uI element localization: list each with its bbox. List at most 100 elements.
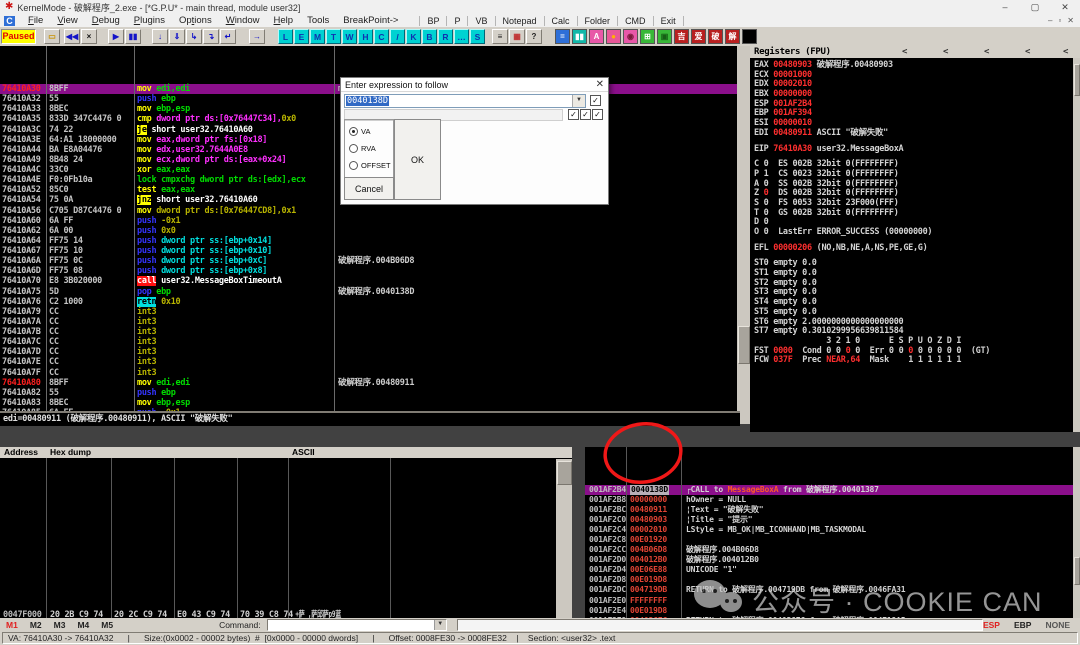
quick-button-folder[interactable]: Folder <box>576 15 618 26</box>
mdi-restore-icon[interactable]: ▫ <box>1058 16 1061 25</box>
go-to-icon[interactable]: → <box>249 29 265 44</box>
disasm-row[interactable]: 76410A82 55 push ebp <box>0 388 737 398</box>
stack-row[interactable]: 001AF2C4 00002010 LStyle = MB_OK|MB_ICONHA… <box>585 525 1080 535</box>
radio-va[interactable]: VA <box>349 127 370 136</box>
stack-row[interactable]: 001AF2C8 00E01920 <box>585 535 1080 545</box>
help-icon[interactable]: ? <box>526 29 542 44</box>
option-checkbox[interactable]: ✓ <box>590 95 601 106</box>
dropdown-arrow-icon[interactable]: ▼ <box>572 95 585 107</box>
dialog-close-icon[interactable]: ✕ <box>596 79 604 90</box>
disasm-row[interactable]: 76410A7D CC int3 <box>0 347 737 357</box>
disasm-row[interactable]: 76410A76 C2 1000 retn 0x10 <box>0 296 737 307</box>
expression-input[interactable]: 0040138D ▼ <box>344 94 586 108</box>
dialog-title-bar[interactable]: Enter expression to follow ✕ <box>341 78 608 92</box>
command-input[interactable]: ▼ <box>266 618 447 631</box>
pane-button-w[interactable]: W <box>342 29 357 44</box>
restart-icon[interactable]: ◀◀ <box>64 29 80 44</box>
quick-button-calc[interactable]: Calc <box>543 15 577 26</box>
frame-button-none[interactable]: NONE <box>1045 620 1070 630</box>
chevron-left-icon[interactable]: < <box>1063 46 1068 58</box>
disasm-row[interactable]: 76410A7E CC int3 <box>0 357 737 367</box>
stack-row[interactable]: 001AF2E4 00E019D8 <box>585 606 1080 616</box>
chevron-left-icon[interactable]: < <box>1025 46 1030 58</box>
close-button[interactable]: ✕ <box>1050 2 1080 13</box>
pane-button-l[interactable]: L <box>278 29 293 44</box>
menu-item-view[interactable]: View <box>50 15 84 26</box>
maximize-button[interactable]: ▢ <box>1020 2 1050 13</box>
tab-m1[interactable]: M1 <box>0 620 24 630</box>
pane-button-r[interactable]: R <box>438 29 453 44</box>
execute-till-return-icon[interactable]: ↵ <box>220 29 236 44</box>
stack-row[interactable]: 001AF2E0 FFFFFFFF <box>585 596 1080 606</box>
step-into-icon[interactable]: ↓ <box>152 29 168 44</box>
quick-button-cmd[interactable]: CMD <box>617 15 653 26</box>
plugin-icon-8[interactable]: 吉 <box>674 29 689 44</box>
mdi-close-icon[interactable]: ✕ <box>1067 16 1074 25</box>
pane-button-c[interactable]: C <box>374 29 389 44</box>
register-line[interactable]: O 0 LastErr ERROR_SUCCESS (00000000) <box>750 227 1080 238</box>
menu-item-file[interactable]: File <box>21 15 50 26</box>
pause-icon[interactable]: ▮▮ <box>125 29 141 44</box>
pane-button-e[interactable]: E <box>294 29 309 44</box>
disasm-row[interactable]: 76410A60 6A FF push -0x1 <box>0 216 737 226</box>
open-file-icon[interactable]: ▭ <box>44 29 60 44</box>
disasm-row[interactable]: 76410A7F CC int3 <box>0 368 737 378</box>
tab-m4[interactable]: M4 <box>71 620 95 630</box>
disasm-row[interactable]: 76410A64 FF75 14 push dword ptr ss:[ebp+0x… <box>0 236 737 246</box>
disasm-row[interactable]: 76410A6A FF75 0C push dword ptr ss:[ebp+0x… <box>0 256 737 266</box>
disasm-row[interactable]: 76410A6D FF75 08 push dword ptr ss:[ebp+0x… <box>0 266 737 276</box>
plugin-icon-11[interactable]: 解 <box>725 29 740 44</box>
pane-button-s[interactable]: S <box>470 29 485 44</box>
plugin-icon-10[interactable]: 破 <box>708 29 723 44</box>
stack-row[interactable]: 001AF2D0 004012B0 破解程序.004012B0 <box>585 555 1080 565</box>
radio-offset[interactable]: OFFSET <box>349 161 391 170</box>
menu-item-help[interactable]: Help <box>267 15 301 26</box>
menu-item-tools[interactable]: Tools <box>300 15 336 26</box>
quick-button-notepad[interactable]: Notepad <box>494 15 544 26</box>
disasm-row[interactable]: 76410A79 CC int3 <box>0 307 737 317</box>
trace-into-icon[interactable]: ↳ <box>186 29 202 44</box>
plugin-icon-12[interactable]: ■ <box>742 29 757 44</box>
stack-row[interactable]: 001AF2D4 00E06E88 UNICODE "1" <box>585 565 1080 575</box>
register-line[interactable]: T 0 GS 002B 32bit 0(FFFFFFFF) <box>750 208 1080 219</box>
register-line[interactable]: EIP 76410A30 user32.MessageBoxA <box>750 144 1080 155</box>
disasm-row[interactable]: 76410A80 8BFF mov edi,edi 破解程序.00480911 <box>0 378 737 388</box>
plugin-icon-1[interactable]: = <box>555 29 570 44</box>
disasm-row[interactable]: 76410A67 FF75 10 push dword ptr ss:[ebp+0x… <box>0 246 737 256</box>
pane-button-m[interactable]: M <box>310 29 325 44</box>
stack-row[interactable]: 001AF2C0 00480903 ¦Title = "提示" <box>585 515 1080 525</box>
disasm-row[interactable]: 76410A7A CC int3 <box>0 317 737 327</box>
stack-row[interactable]: 001AF2B8 00000000 hOwner = NULL <box>585 495 1080 505</box>
hex-dump-scrollbar[interactable] <box>556 459 572 618</box>
quick-button-exit[interactable]: Exit <box>652 15 684 26</box>
chevron-left-icon[interactable]: < <box>902 46 907 58</box>
breakpoints-list-icon[interactable]: ≡ <box>492 29 508 44</box>
plugin-icon-5[interactable]: ◉ <box>623 29 638 44</box>
stack-row[interactable]: 001AF2B4 0040138D ┌CALL to MessageBoxA fro… <box>585 485 1080 496</box>
quick-button-vb[interactable]: VB <box>467 15 494 26</box>
trace-over-icon[interactable]: ↴ <box>203 29 219 44</box>
disasm-row[interactable]: 76410A75 5D pop ebp 破解程序.0040138D <box>0 287 737 297</box>
disasm-row[interactable]: 76410A83 8BEC mov ebp,esp <box>0 398 737 408</box>
plugin-icon-9[interactable]: 爱 <box>691 29 706 44</box>
stack-scrollbar[interactable] <box>1073 447 1080 618</box>
pane-button-dots[interactable]: … <box>454 29 469 44</box>
disasm-row[interactable]: 76410A7B CC int3 <box>0 327 737 337</box>
menu-item-debug[interactable]: Debug <box>85 15 127 26</box>
pane-button-k[interactable]: K <box>406 29 421 44</box>
frame-button-esp[interactable]: ESP <box>983 620 1000 630</box>
pane-button-h[interactable]: H <box>358 29 373 44</box>
quick-button-bp[interactable]: BP <box>419 15 446 26</box>
memory-map-icon[interactable]: ▦ <box>509 29 525 44</box>
menu-item-plugins[interactable]: Plugins <box>127 15 172 26</box>
minimize-button[interactable]: – <box>990 2 1020 13</box>
pane-button-b[interactable]: B <box>422 29 437 44</box>
option-checkbox[interactable]: ✓ <box>580 109 591 120</box>
stack-row[interactable]: 001AF2BC 00480911 ¦Text = "破解失败" <box>585 505 1080 515</box>
dump-row[interactable]: 0047F000 20 2B C9 74 20 2C C9 74 E0 43 C9 7… <box>0 610 572 618</box>
disasm-row[interactable]: 76410A56 C705 D87C4476 0 mov dword ptr ds:… <box>0 206 737 216</box>
plugin-icon-3[interactable]: A <box>589 29 604 44</box>
close-program-icon[interactable]: × <box>81 29 97 44</box>
disassembly-scrollbar[interactable] <box>737 46 750 424</box>
option-checkbox[interactable]: ✓ <box>592 109 603 120</box>
